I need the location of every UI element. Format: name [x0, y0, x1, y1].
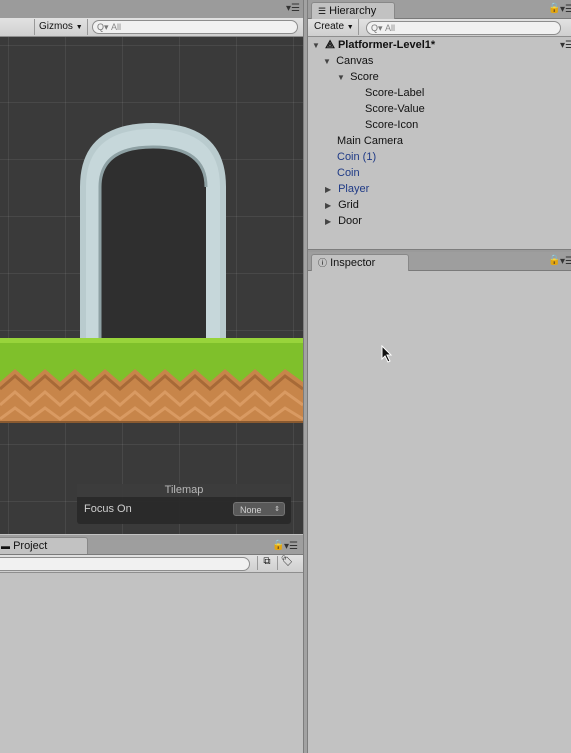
- filter-by-type-icon[interactable]: ⧉: [257, 556, 276, 570]
- search-icon: Q▾: [97, 22, 109, 32]
- inspector-panel: ⓘ Inspector 🔒 ▾☰: [308, 252, 571, 753]
- collapse-triangle-icon[interactable]: ▶: [325, 198, 335, 214]
- scene-menu-icon[interactable]: ▾☰: [560, 40, 571, 51]
- tree-item-canvas[interactable]: ▼ Canvas: [323, 53, 373, 69]
- hierarchy-search-placeholder: All: [385, 23, 396, 33]
- scene-tab-strip: ▾☰: [0, 0, 303, 19]
- collapse-triangle-icon[interactable]: ▶: [325, 182, 335, 198]
- tree-item-score[interactable]: ▼ Score: [337, 69, 379, 85]
- create-label: Create: [314, 21, 345, 32]
- tree-item-label: Player: [338, 183, 370, 195]
- tree-item-label: Coin (1): [337, 151, 377, 163]
- tree-item-score-value[interactable]: Score-Value: [365, 101, 425, 117]
- tree-item-player[interactable]: ▶ Player: [325, 181, 369, 197]
- expand-triangle-icon[interactable]: ▼: [323, 54, 333, 70]
- project-tab-bar: ▬ Project 🔒 ▾☰: [0, 535, 303, 555]
- focus-on-value: None: [240, 505, 262, 515]
- tree-item-label: Score-Label: [365, 87, 425, 99]
- tree-item-score-label[interactable]: Score-Label: [365, 85, 424, 101]
- gizmos-label: Gizmos: [39, 21, 73, 32]
- inspector-tab-bar: ⓘ Inspector 🔒 ▾☰: [308, 252, 571, 271]
- info-icon: ⓘ: [318, 258, 328, 268]
- tree-item-label: Score-Icon: [365, 119, 419, 131]
- scene-view[interactable]: ▾☰ Gizmos ▼ Q▾ All Tilemap Focus On None…: [0, 0, 303, 534]
- panel-menu-icon[interactable]: ▾☰: [560, 256, 571, 267]
- tree-item-label: Coin: [337, 167, 360, 179]
- inspector-content: [308, 271, 571, 753]
- focus-on-dropdown[interactable]: None ⇕: [233, 502, 285, 516]
- project-toolbar: ⧉ 🏷: [0, 555, 303, 573]
- inspector-tab-label: Inspector: [330, 257, 376, 269]
- stepper-arrows-icon: ⇕: [274, 506, 280, 513]
- ground-tiles: [0, 338, 303, 423]
- tilemap-title: Tilemap: [77, 484, 291, 497]
- tab-project[interactable]: ▬ Project: [0, 537, 88, 554]
- scene-root-row[interactable]: ▼ ⟁ Platformer-Level1*: [312, 37, 435, 53]
- level-artwork: [0, 123, 303, 423]
- lock-icon[interactable]: 🔒: [548, 3, 560, 14]
- scene-toolbar: Gizmos ▼ Q▾ All: [0, 18, 303, 37]
- filter-by-label-icon[interactable]: 🏷: [277, 556, 296, 570]
- expand-triangle-icon[interactable]: ▼: [337, 70, 347, 86]
- tree-item-main-camera[interactable]: Main Camera: [337, 133, 403, 149]
- hierarchy-tab-bar: ☰ Hierarchy 🔒 ▾☰: [308, 0, 571, 19]
- gizmos-dropdown[interactable]: Gizmos ▼: [34, 19, 88, 35]
- project-tab-label: Project: [13, 540, 48, 552]
- tree-item-label: Door: [338, 215, 362, 227]
- lock-icon[interactable]: 🔒: [548, 255, 560, 266]
- chevron-down-icon: ▼: [346, 24, 354, 31]
- project-search-input[interactable]: [0, 557, 250, 571]
- tree-item-label: Canvas: [336, 55, 374, 67]
- tree-item-coin-1[interactable]: Coin (1): [337, 149, 376, 165]
- tree-item-label: Score: [350, 71, 379, 83]
- hierarchy-panel: ☰ Hierarchy 🔒 ▾☰ Create ▼ Q▾ All ▼ ⟁ Pla…: [308, 0, 571, 249]
- list-icon: ☰: [318, 6, 327, 16]
- tab-hierarchy[interactable]: ☰ Hierarchy: [311, 2, 395, 19]
- folder-icon: ▬: [1, 541, 10, 551]
- tree-item-coin[interactable]: Coin: [337, 165, 360, 181]
- door-sprite: [80, 123, 226, 339]
- project-panel: ▬ Project 🔒 ▾☰ ⧉ 🏷: [0, 535, 303, 753]
- scene-name: Platformer-Level1*: [337, 39, 436, 51]
- project-content: [0, 573, 303, 753]
- tree-item-label: Main Camera: [337, 135, 404, 147]
- scene-search-placeholder: All: [111, 22, 122, 32]
- panel-menu-icon[interactable]: ▾☰: [560, 4, 571, 15]
- panel-menu-icon[interactable]: ▾☰: [286, 3, 300, 14]
- chevron-down-icon: ▼: [75, 24, 83, 31]
- hierarchy-toolbar: Create ▼ Q▾ All: [308, 19, 571, 37]
- create-dropdown[interactable]: Create ▼: [310, 19, 359, 35]
- tree-item-label: Grid: [338, 199, 359, 211]
- focus-on-label: Focus On: [84, 503, 132, 515]
- tree-item-grid[interactable]: ▶ Grid: [325, 197, 359, 213]
- hierarchy-search-input[interactable]: Q▾ All: [366, 21, 561, 35]
- tab-inspector[interactable]: ⓘ Inspector: [311, 254, 409, 271]
- lock-icon[interactable]: 🔒: [272, 540, 284, 551]
- unity-logo-icon: ⟁: [325, 39, 335, 51]
- panel-menu-icon[interactable]: ▾☰: [284, 541, 298, 552]
- tree-item-door[interactable]: ▶ Door: [325, 213, 362, 229]
- search-icon: Q▾: [371, 23, 383, 33]
- mouse-cursor-icon: [381, 345, 393, 363]
- tree-item-score-icon[interactable]: Score-Icon: [365, 117, 418, 133]
- tilemap-overlay: Tilemap Focus On None ⇕: [77, 484, 291, 524]
- expand-triangle-icon[interactable]: ▼: [312, 38, 322, 54]
- collapse-triangle-icon[interactable]: ▶: [325, 214, 335, 230]
- scene-search-input[interactable]: Q▾ All: [92, 20, 298, 34]
- tree-item-label: Score-Value: [365, 103, 425, 115]
- hierarchy-tab-label: Hierarchy: [329, 5, 377, 17]
